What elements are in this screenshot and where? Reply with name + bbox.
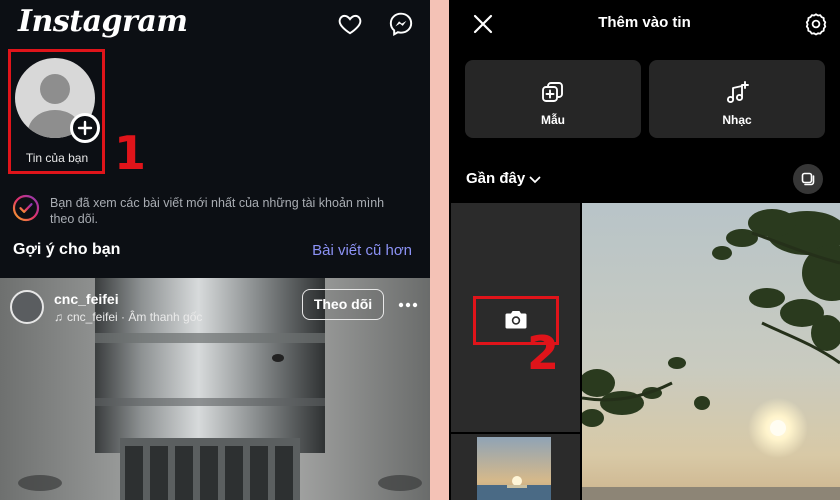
heart-icon[interactable] <box>337 11 363 37</box>
suggested-post[interactable]: cnc_feifei ♫ cnc_feifei · Âm thanh gốc Th… <box>0 278 430 500</box>
highlight-box <box>8 49 105 174</box>
page-title: Thêm vào tin <box>598 14 691 31</box>
checkmark-icon <box>12 194 40 222</box>
instagram-logo: Instagram <box>18 4 188 39</box>
more-options-icon[interactable] <box>398 302 418 308</box>
template-icon <box>542 82 563 102</box>
older-posts-link[interactable]: Bài viết cũ hơn <box>312 242 412 259</box>
chevron-down-icon <box>529 171 541 188</box>
add-to-story-screen: Thêm vào tin Mẫu Nhạc Gần đây 2 <box>449 0 840 500</box>
gallery-photo[interactable] <box>582 203 840 500</box>
caught-up-message: Bạn đã xem các bài viết mới nhất của nhữ… <box>50 196 385 226</box>
post-audio-info[interactable]: ♫ cnc_feifei · Âm thanh gốc <box>54 310 202 324</box>
post-username[interactable]: cnc_feifei <box>54 291 119 307</box>
template-label: Mẫu <box>541 113 565 127</box>
follow-button[interactable]: Theo dõi <box>302 289 384 320</box>
gear-icon[interactable] <box>804 12 828 36</box>
messenger-icon[interactable] <box>388 11 414 37</box>
suggestions-title: Gợi ý cho bạn <box>13 241 121 258</box>
music-icon <box>726 81 749 104</box>
template-button[interactable]: Mẫu <box>465 60 641 138</box>
music-label: Nhạc <box>722 113 752 127</box>
gallery-photo[interactable] <box>451 434 580 500</box>
music-button[interactable]: Nhạc <box>649 60 825 138</box>
recent-dropdown[interactable]: Gần đây <box>466 170 541 188</box>
step-number: 2 <box>527 326 560 380</box>
music-note-icon: ♫ <box>54 310 63 324</box>
instagram-feed-screen: Instagram Tin của bạn 1 Bạn đã xem các b… <box>0 0 430 500</box>
recent-label: Gần đây <box>466 170 526 187</box>
audio-label: cnc_feifei · Âm thanh gốc <box>67 310 203 324</box>
avatar[interactable] <box>10 290 44 324</box>
copy-icon <box>801 172 815 186</box>
multi-select-button[interactable] <box>793 164 823 194</box>
step-number: 1 <box>114 126 147 180</box>
